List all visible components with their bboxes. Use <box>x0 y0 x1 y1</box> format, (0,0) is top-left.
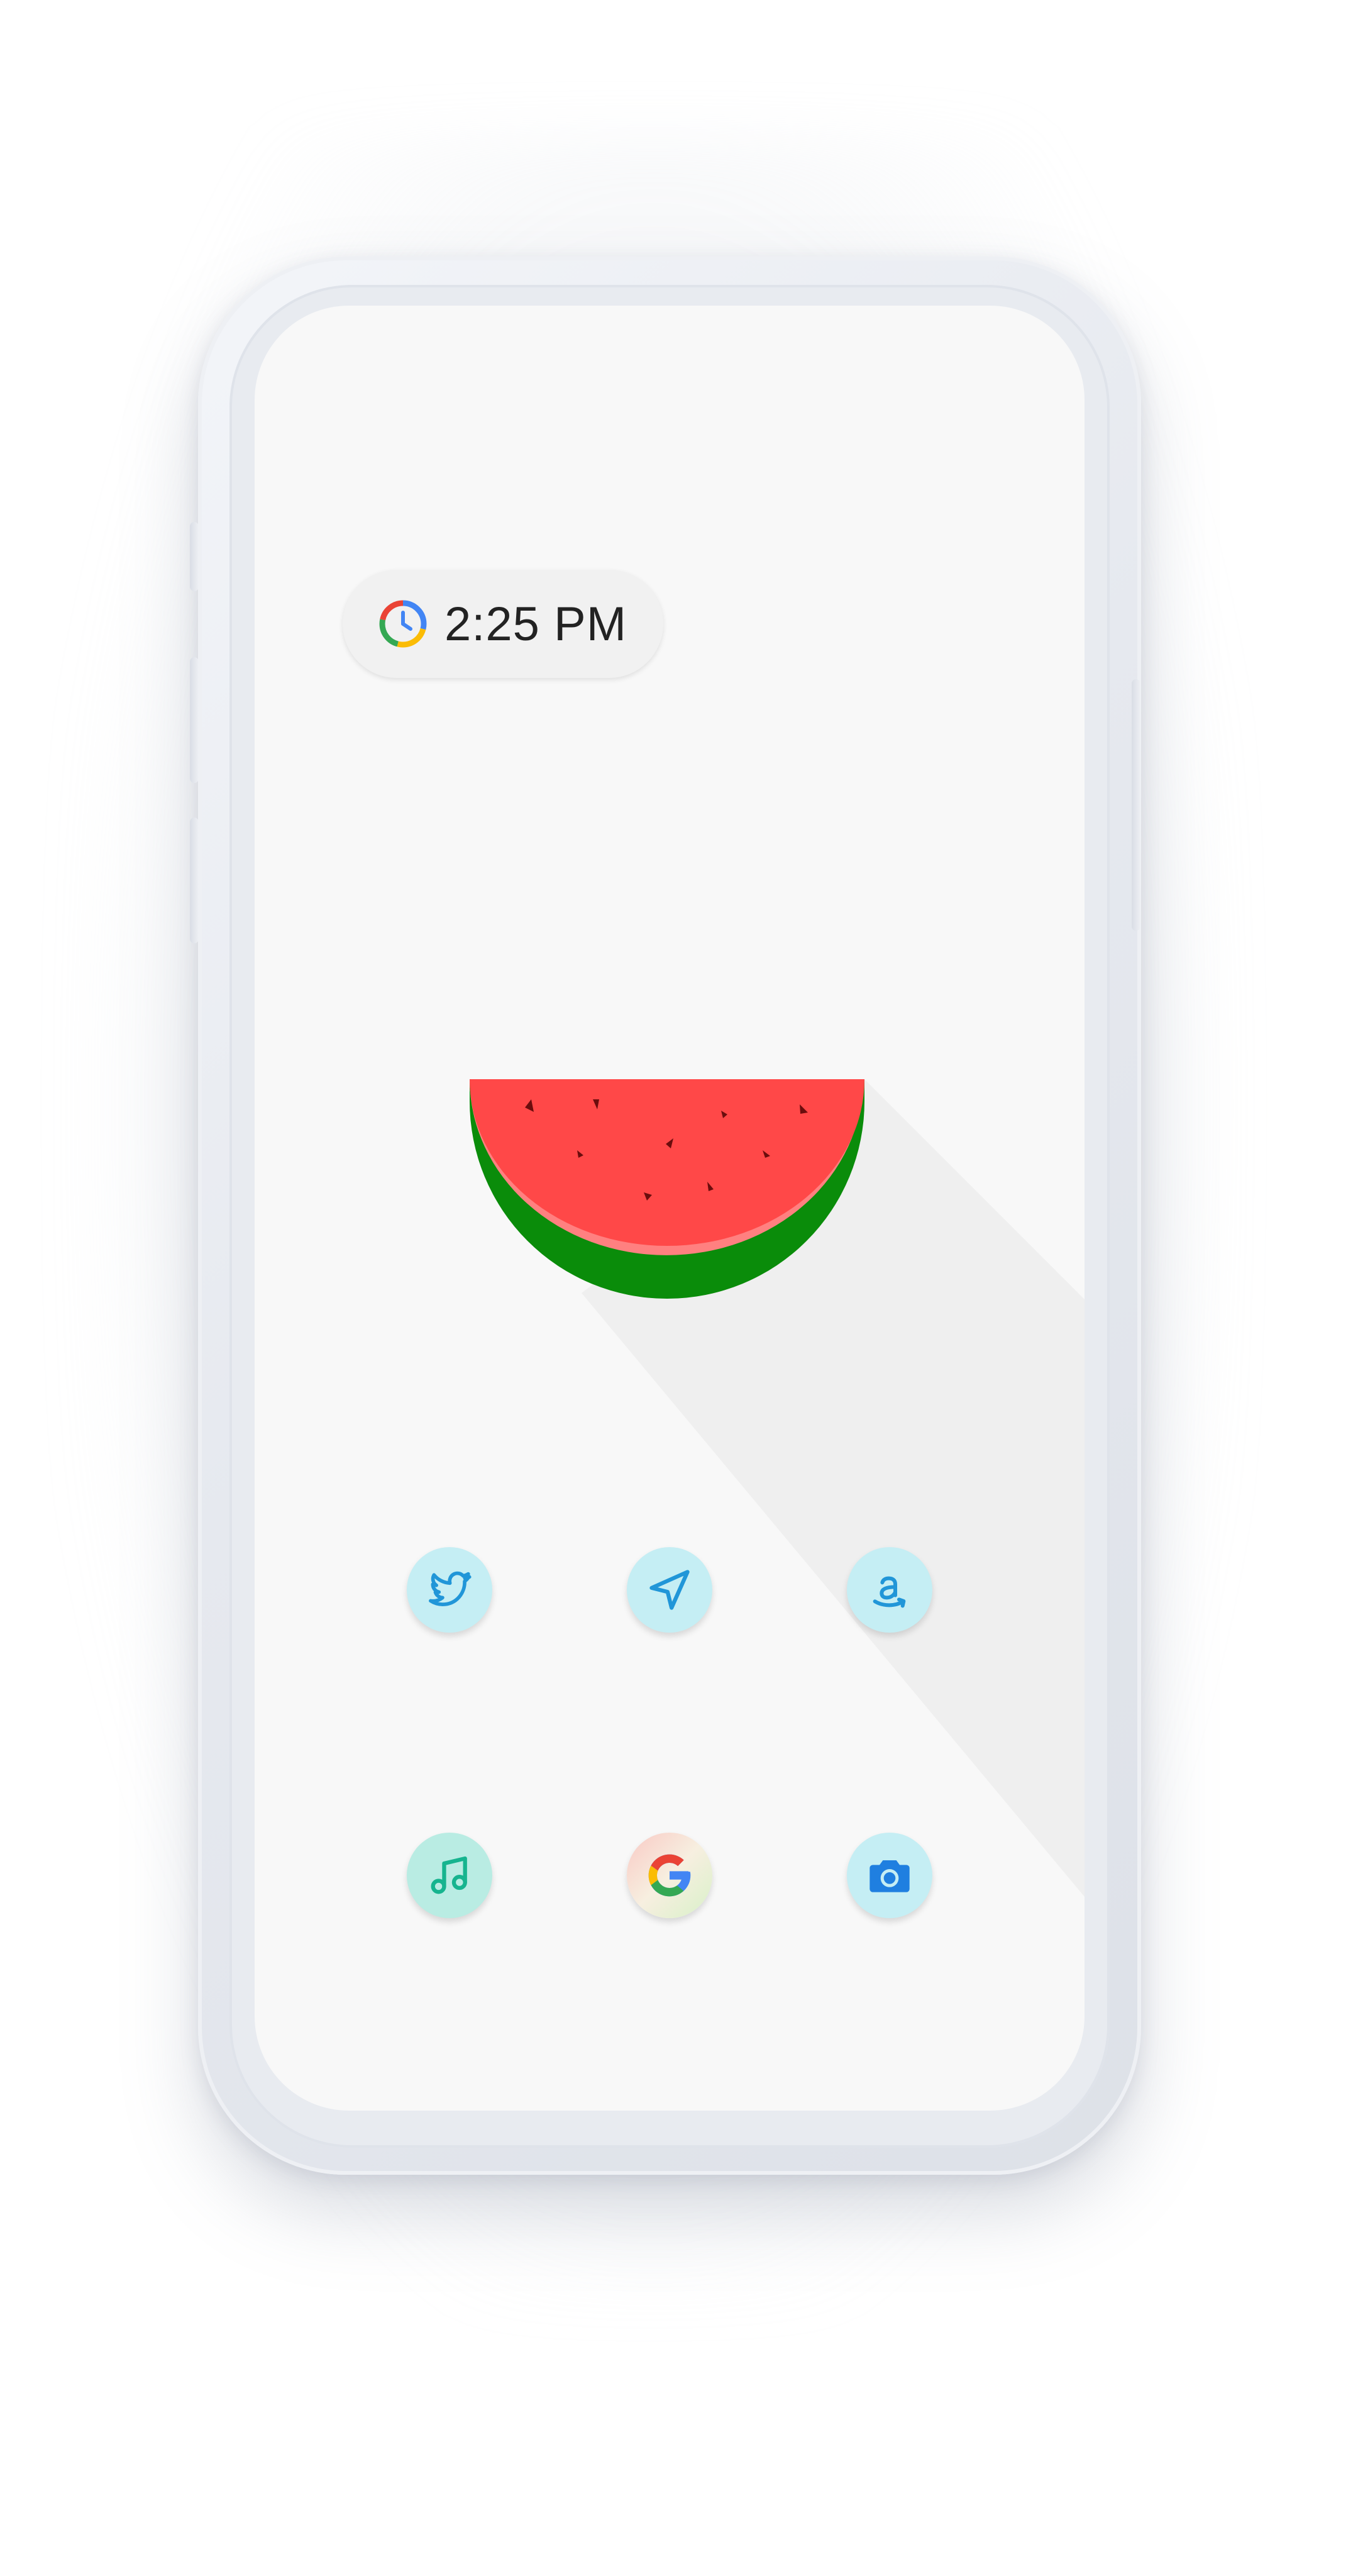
google-g-icon <box>648 1854 691 1897</box>
power-button[interactable] <box>1132 679 1140 931</box>
messages-app-icon[interactable] <box>627 1547 712 1633</box>
camera-app-icon[interactable] <box>847 1833 932 1918</box>
amazon-icon <box>873 1576 906 1608</box>
clock-icon <box>378 599 428 649</box>
canvas: 2:25 PM <box>0 0 1358 2576</box>
home-screen: 2:25 PM <box>255 306 1085 2111</box>
silent-switch[interactable] <box>190 522 199 591</box>
camera-icon <box>869 1860 910 1892</box>
volume-down-button[interactable] <box>190 818 199 943</box>
clock-time: 2:25 PM <box>444 597 627 651</box>
twitter-bird-icon <box>429 1571 472 1606</box>
google-app-icon[interactable] <box>627 1833 712 1918</box>
twitter-app-icon[interactable] <box>407 1547 492 1633</box>
music-app-icon[interactable] <box>407 1833 492 1918</box>
clock-widget[interactable]: 2:25 PM <box>343 570 663 678</box>
volume-up-button[interactable] <box>190 657 199 783</box>
amazon-app-icon[interactable] <box>847 1547 932 1633</box>
music-note-icon <box>431 1856 467 1894</box>
send-arrow-icon <box>649 1570 690 1610</box>
